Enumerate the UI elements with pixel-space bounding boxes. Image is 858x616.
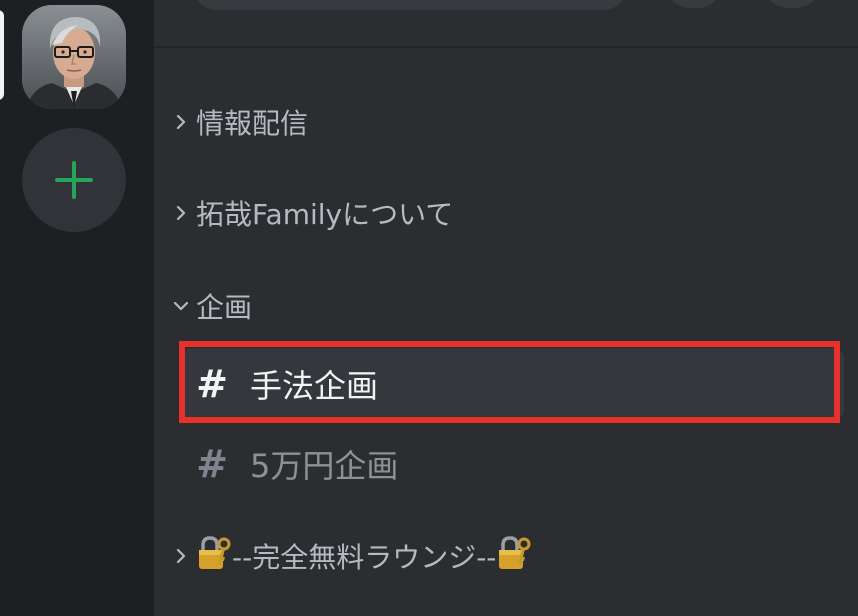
category-kikaku[interactable]: 企画 (168, 286, 252, 326)
channel-name: 5万円企画 (250, 447, 399, 485)
category-jouhou-haishin[interactable]: 情報配信 (168, 102, 308, 142)
add-server-button[interactable] (22, 128, 126, 232)
category-free-lounge[interactable]: --完全無料ラウンジ-- (168, 534, 532, 579)
discord-mobile-screen: 情報配信 拓哉Familyについて 企画 # 手法企画 # 5万円企画 --完全… (0, 0, 858, 616)
plus-icon (55, 161, 93, 199)
hashtag-icon: # (196, 362, 228, 406)
chevron-right-icon (168, 200, 194, 226)
lock-key-icon (496, 534, 532, 579)
hashtag-icon: # (196, 442, 228, 486)
active-server-indicator (0, 10, 4, 100)
header-divider (154, 46, 858, 48)
server-icon[interactable] (22, 5, 126, 109)
chevron-right-icon (168, 109, 194, 135)
avatar-photo-icon (22, 5, 126, 109)
channel-list-panel: 情報配信 拓哉Familyについて 企画 # 手法企画 # 5万円企画 --完全… (154, 0, 858, 616)
channel-shuhou-kikaku[interactable]: # 手法企画 (182, 348, 844, 420)
channel-name: 手法企画 (250, 367, 379, 405)
category-label: --完全無料ラウンジ-- (232, 541, 497, 574)
chevron-down-icon (168, 293, 194, 319)
channel-5man-en-kikaku[interactable]: # 5万円企画 (182, 428, 844, 500)
server-rail (0, 0, 154, 616)
header-action-button[interactable] (666, 0, 722, 8)
search-bar[interactable] (194, 0, 626, 10)
category-label: 拓哉Familyについて (196, 198, 454, 231)
chevron-right-icon (168, 543, 194, 569)
header-action-button-2[interactable] (764, 0, 820, 8)
category-takuya-family[interactable]: 拓哉Familyについて (168, 193, 453, 233)
lock-key-icon (196, 534, 232, 579)
category-label: 情報配信 (196, 107, 309, 140)
category-label: 企画 (196, 291, 253, 324)
